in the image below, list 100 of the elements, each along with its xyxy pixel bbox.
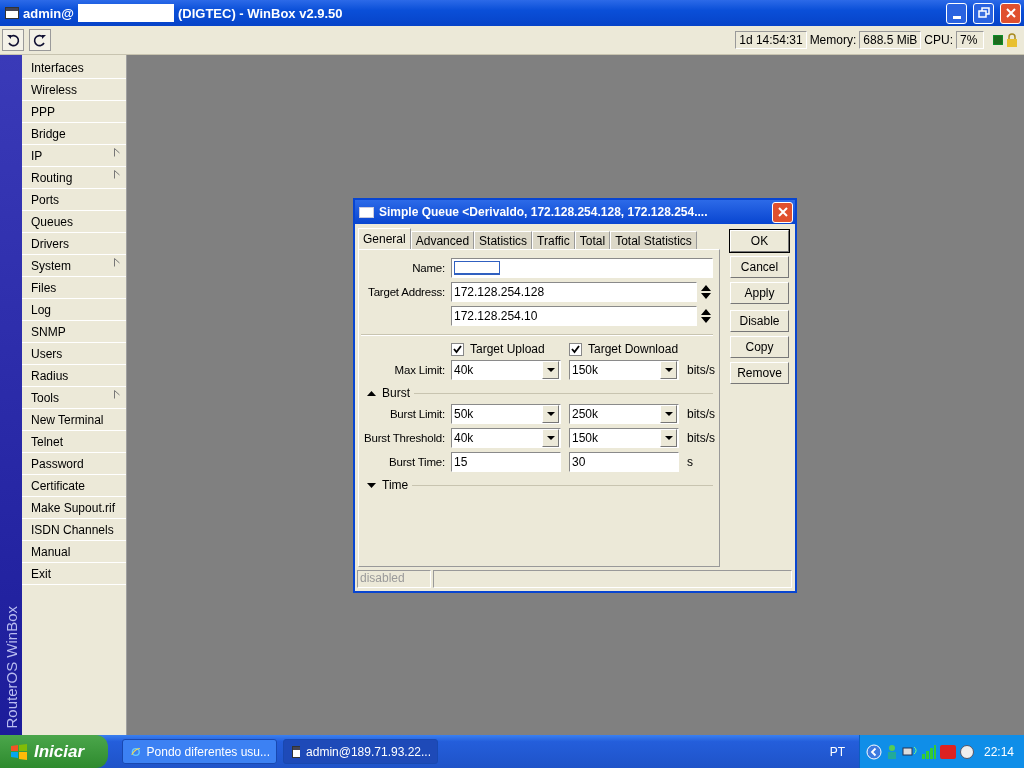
sidebar-item[interactable]: Manual (22, 541, 126, 563)
close-icon (776, 206, 789, 219)
cpu-label: CPU: (924, 33, 953, 47)
minimize-button[interactable] (946, 2, 967, 24)
taskbar-button[interactable]: Pondo diferentes usu... (122, 739, 277, 764)
field-label: Burst Limit: (388, 408, 445, 421)
unit-label: s (687, 455, 693, 470)
close-icon (1004, 7, 1017, 19)
window-icon (292, 745, 301, 758)
tab[interactable]: Advanced (410, 231, 475, 250)
sidebar-item[interactable]: Exit (22, 563, 126, 585)
sidebar-item[interactable]: Wireless (22, 79, 126, 101)
name-field[interactable] (451, 258, 713, 279)
sidebar-item[interactable]: Radius (22, 365, 126, 387)
window-icon (359, 206, 374, 218)
tab[interactable]: Traffic (532, 231, 575, 250)
tab[interactable]: General (358, 228, 411, 250)
unit-label: bits/s (687, 431, 715, 446)
sidebar-item[interactable]: Interfaces (22, 57, 126, 79)
dropdown-field[interactable]: 250k (569, 404, 679, 425)
tray-circle-icon[interactable] (959, 744, 974, 759)
sidebar-item[interactable]: System (22, 255, 126, 277)
lock-icon (1006, 33, 1018, 47)
unit-label: bits/s (687, 407, 715, 422)
sidebar-item[interactable]: Files (22, 277, 126, 299)
window-title: admin@ (23, 5, 74, 21)
window-title: (DIGTEC) - WinBox v2.9.50 (177, 5, 343, 21)
clock: 22:14 (983, 744, 1014, 759)
field-label: Max Limit: (393, 364, 445, 377)
unit-label: bits/s (687, 363, 715, 378)
sidebar-item[interactable]: Routing (22, 167, 126, 189)
tab[interactable]: Total Statistics (610, 231, 697, 250)
up-down-icon[interactable] (701, 285, 711, 300)
dialog-button[interactable]: Remove (730, 362, 789, 385)
dialog-title: Simple Queue <Derivaldo, 172.128.254.128, 172.128.254.... (379, 205, 708, 220)
section-title: Burst (382, 386, 410, 401)
window-icon (5, 7, 19, 19)
field-label: Target Address: (367, 286, 445, 299)
sidebar-item[interactable]: Password (22, 453, 126, 475)
start-button[interactable]: Iniciar (0, 735, 108, 768)
sidebar-item[interactable]: Tools (22, 387, 126, 409)
sidebar-item[interactable]: Certificate (22, 475, 126, 497)
tab[interactable]: Statistics (474, 231, 533, 250)
sidebar-item[interactable]: New Terminal (22, 409, 126, 431)
sidebar-item[interactable]: Users (22, 343, 126, 365)
sidebar-item[interactable]: Drivers (22, 233, 126, 255)
address-field[interactable]: 172.128.254.10 (451, 306, 697, 327)
cpu-readout: 7% (956, 31, 984, 49)
restore-icon (977, 7, 990, 19)
close-button[interactable] (1000, 2, 1021, 24)
restore-button[interactable] (973, 2, 994, 24)
dropdown-field[interactable]: 50k (451, 404, 561, 425)
field-label: Burst Time: (388, 456, 445, 469)
sidebar-item[interactable]: Bridge (22, 123, 126, 145)
language-indicator[interactable]: PT (829, 744, 845, 759)
sidebar-item[interactable]: ISDN Channels (22, 519, 126, 541)
sidebar-item[interactable]: SNMP (22, 321, 126, 343)
uptime-readout: 1d 14:54:31 (735, 31, 807, 49)
dialog-button[interactable]: OK (730, 230, 789, 253)
text-selection (454, 261, 500, 276)
chevron-icon[interactable] (865, 743, 882, 760)
dialog-button[interactable]: Cancel (730, 256, 789, 279)
brand-label: RouterOS WinBox (2, 606, 20, 729)
dropdown-field[interactable]: 150k (569, 360, 679, 381)
close-button[interactable] (772, 201, 793, 223)
dropdown-field[interactable]: 150k (569, 428, 679, 449)
memory-readout: 688.5 MiB (859, 31, 922, 49)
redo-icon (33, 33, 47, 47)
field-label: Burst Threshold: (363, 432, 445, 445)
checkbox[interactable] (451, 342, 464, 356)
section-toggle-icon[interactable] (367, 390, 376, 396)
sidebar-item[interactable]: Ports (22, 189, 126, 211)
dialog-button[interactable]: Apply (730, 282, 789, 305)
status-text: disabled (357, 570, 431, 588)
dropdown-field[interactable]: 40k (451, 360, 561, 381)
up-down-icon[interactable] (701, 309, 711, 324)
redo-button[interactable] (29, 29, 51, 51)
network-icon[interactable] (901, 744, 918, 759)
sidebar-item[interactable]: Telnet (22, 431, 126, 453)
sidebar-item[interactable]: Queues (22, 211, 126, 233)
memory-label: Memory: (809, 33, 857, 47)
taskbar-button[interactable]: admin@189.71.93.22... (283, 739, 438, 764)
minimize-icon (952, 15, 961, 19)
checkbox[interactable] (569, 342, 582, 356)
checkbox-label: Target Upload (470, 342, 545, 357)
dropdown-field[interactable]: 40k (451, 428, 561, 449)
sidebar-item[interactable]: Make Supout.rif (22, 497, 126, 519)
section-toggle-icon[interactable] (367, 482, 376, 488)
undo-icon (6, 33, 20, 47)
text-field[interactable]: 30 (569, 452, 679, 473)
undo-button[interactable] (2, 29, 24, 51)
sidebar-item[interactable]: Log (22, 299, 126, 321)
dialog-button[interactable]: Disable (730, 310, 789, 333)
address-field[interactable]: 172.128.254.128 (451, 282, 697, 303)
checkbox-label: Target Download (588, 342, 679, 357)
dialog-button[interactable]: Copy (730, 336, 789, 359)
sidebar-item[interactable]: IP (22, 145, 126, 167)
sidebar-item[interactable]: PPP (22, 101, 126, 123)
text-field[interactable]: 15 (451, 452, 561, 473)
tab[interactable]: Total (574, 231, 611, 250)
